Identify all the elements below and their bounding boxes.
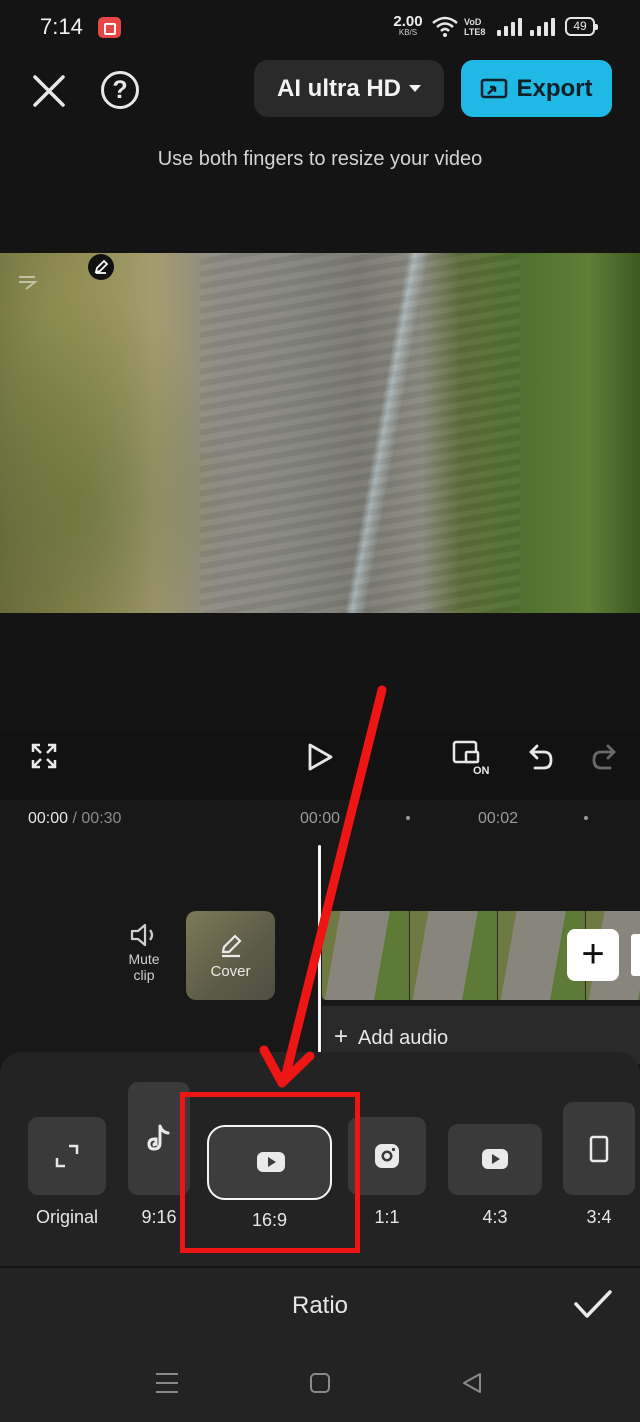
menu-icon[interactable] — [155, 1372, 179, 1394]
timeline-area[interactable]: 00:00 / 00:30 00:00 00:02 Mute clip Cove… — [0, 800, 640, 1090]
fullscreen-icon[interactable] — [30, 742, 58, 770]
battery-icon: 49 — [565, 17, 598, 36]
svg-text:ON: ON — [473, 765, 490, 776]
checkmark-icon[interactable] — [573, 1288, 613, 1322]
edit-pencil-icon — [221, 934, 242, 958]
current-time: 00:00 — [28, 810, 69, 827]
timeline-dot — [406, 816, 410, 820]
quality-label: AI ultra HD — [276, 74, 401, 102]
ratio-label: 4:3 — [482, 1207, 508, 1227]
home-icon[interactable] — [309, 1372, 331, 1394]
signal-icon-sim1 — [497, 18, 522, 36]
chevron-down-icon — [409, 85, 421, 92]
volte-icon: VoD LTE8 — [464, 17, 485, 37]
network-speed-value: 2.00 — [393, 13, 423, 30]
edit-pencil-icon[interactable] — [88, 254, 114, 280]
portrait-frame-icon — [589, 1135, 609, 1163]
cover-button[interactable]: Cover — [186, 911, 275, 1000]
instagram-icon — [375, 1144, 399, 1168]
network-speed: 2.00 KB/S — [390, 14, 426, 37]
export-button[interactable]: Export — [461, 60, 612, 117]
export-icon — [481, 78, 508, 98]
editor-top-bar: ? AI ultra HD Export Use both fingers to… — [0, 56, 640, 206]
tiktok-icon — [147, 1124, 170, 1151]
playhead[interactable] — [318, 845, 321, 1055]
video-preview-area — [0, 206, 640, 730]
plus-icon: + — [334, 1023, 349, 1050]
redo-icon[interactable] — [590, 742, 618, 772]
keyframe-on-icon[interactable]: ON — [452, 740, 492, 776]
add-clip-button[interactable]: + — [567, 929, 619, 981]
expand-corners-icon — [55, 1144, 79, 1168]
ratio-option-original-box — [28, 1117, 106, 1195]
quality-selector[interactable]: AI ultra HD — [254, 60, 444, 117]
status-time: 7:14 — [40, 14, 83, 39]
video-preview[interactable] — [0, 253, 640, 613]
export-label: Export — [516, 74, 593, 102]
cover-label: Cover — [210, 963, 251, 980]
ratio-option-original[interactable]: Original — [28, 1117, 106, 1228]
time-readout: 00:00 / 00:30 — [28, 810, 121, 828]
ratio-option-3-4[interactable]: 3:4 — [563, 1102, 635, 1228]
watermark-icon — [19, 276, 38, 290]
back-icon[interactable] — [461, 1372, 483, 1394]
status-bar: 7:14 2.00 KB/S VoD LTE8 49 — [0, 0, 640, 56]
timeline-tick-0: 00:00 — [300, 810, 341, 827]
wifi-icon — [432, 16, 458, 37]
ratio-option-4-3[interactable]: 4:3 — [448, 1124, 542, 1228]
ratio-panel-title: Ratio — [291, 1292, 349, 1319]
close-icon[interactable] — [30, 72, 68, 110]
screen-record-icon — [98, 17, 121, 38]
speaker-icon — [130, 923, 154, 947]
total-time: / 00:30 — [72, 810, 122, 827]
ratio-label: Original — [35, 1207, 99, 1227]
network-speed-unit: KB/S — [398, 28, 418, 37]
annotation-highlight-box — [180, 1092, 360, 1253]
add-audio-label: Add audio — [358, 1027, 449, 1049]
play-icon[interactable] — [306, 742, 334, 772]
mute-label-line1: Mute — [128, 951, 160, 967]
volte-label-top: VoD — [464, 17, 482, 27]
plus-icon: + — [581, 932, 605, 976]
timeline-tick-2: 00:02 — [478, 810, 519, 827]
volte-label-bottom: LTE8 — [464, 27, 486, 37]
undo-icon[interactable] — [527, 742, 555, 772]
clip-thumbnail — [410, 911, 498, 1000]
ratio-option-4-3-box — [448, 1124, 542, 1195]
help-button[interactable]: ? — [101, 71, 139, 109]
signal-icon-sim2 — [530, 18, 555, 36]
playback-toolbar: ON — [0, 730, 640, 800]
timeline-dot — [584, 816, 588, 820]
mute-clip-button[interactable]: Mute clip — [108, 922, 180, 983]
resize-hint: Use both fingers to resize your video — [157, 148, 483, 170]
mute-label-line2: clip — [133, 967, 155, 983]
help-glyph: ? — [112, 76, 128, 104]
panel-divider — [0, 1266, 640, 1268]
next-clip-edge — [631, 934, 640, 976]
video-texture-water — [200, 253, 520, 613]
youtube-icon — [482, 1149, 508, 1169]
ratio-option-3-4-box — [563, 1102, 635, 1195]
clip-thumbnail — [322, 911, 410, 1000]
system-nav-bar — [0, 1344, 640, 1422]
ratio-label: 3:4 — [586, 1207, 612, 1227]
